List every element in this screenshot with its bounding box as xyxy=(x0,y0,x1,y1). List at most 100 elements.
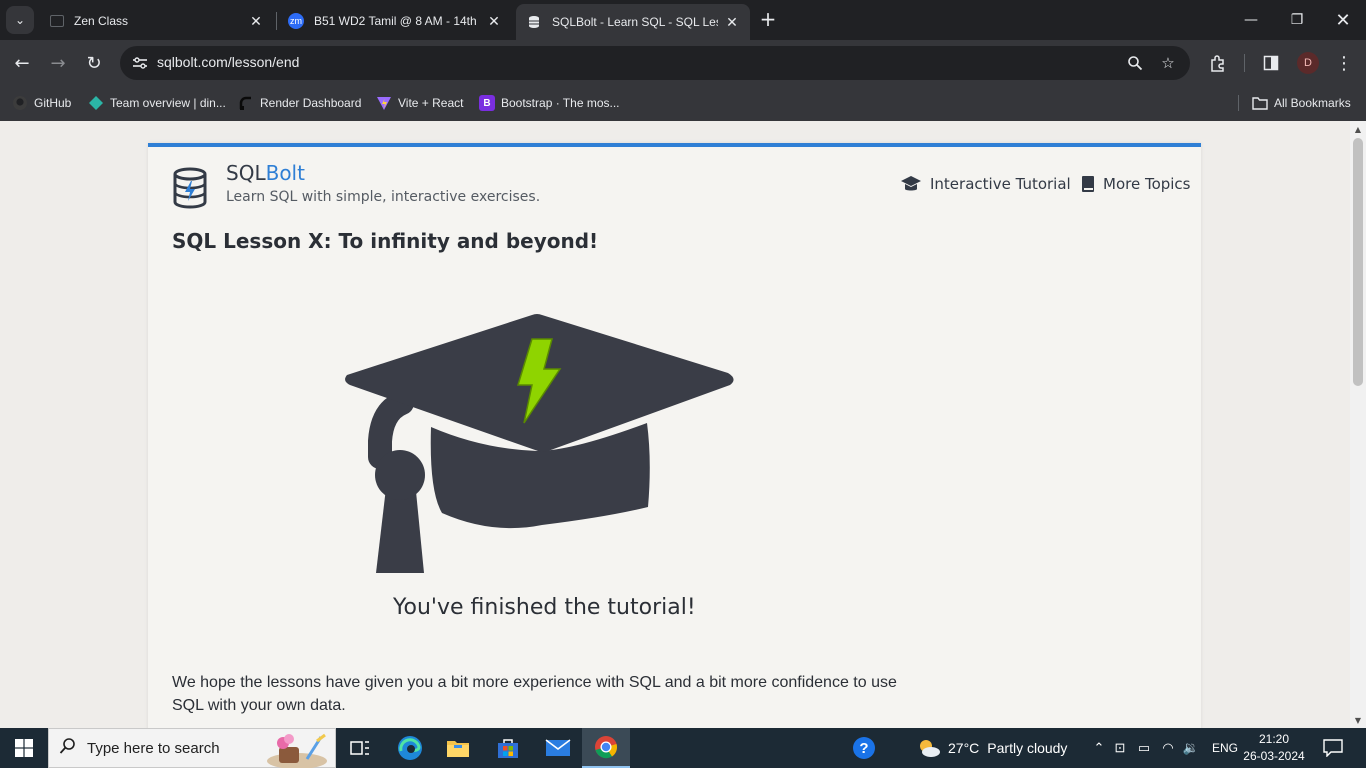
edge-button[interactable] xyxy=(386,728,434,768)
chrome-button[interactable] xyxy=(582,728,630,768)
start-button[interactable] xyxy=(0,728,48,768)
chrome-icon xyxy=(595,736,618,759)
back-button[interactable]: ← xyxy=(7,48,37,78)
bookmark-render-dashboard[interactable]: Render Dashboard xyxy=(238,92,361,114)
nav-label: More Topics xyxy=(1103,175,1191,193)
task-view-icon xyxy=(350,741,369,755)
clock-date: 26-03-2024 xyxy=(1243,749,1305,763)
windows-taskbar: Type here to search ? 27°C Partly cloudy… xyxy=(0,728,1366,768)
close-window-button[interactable]: ✕ xyxy=(1320,0,1366,40)
closing-paragraph: We hope the lessons have given you a bit… xyxy=(172,674,897,714)
bookmark-bootstrap[interactable]: B Bootstrap · The mos... xyxy=(479,92,620,114)
sqlbolt-logo-icon[interactable] xyxy=(170,167,210,209)
tab-zen-class[interactable]: Zen Class ✕ xyxy=(40,6,274,36)
lesson-title: SQL Lesson X: To infinity and beyond! xyxy=(172,229,599,253)
github-icon xyxy=(12,95,28,111)
task-view-button[interactable] xyxy=(336,728,384,768)
tagline: Learn SQL with simple, interactive exerc… xyxy=(226,189,541,205)
reload-icon: ↻ xyxy=(86,52,102,74)
side-panel-icon[interactable] xyxy=(1258,50,1284,76)
all-bookmarks-button[interactable]: All Bookmarks xyxy=(1252,92,1351,114)
site-info-icon[interactable] xyxy=(128,51,152,75)
weather-temp: 27°C xyxy=(948,740,980,756)
page-scrollbar[interactable]: ▲ ▼ xyxy=(1350,121,1366,728)
tab-strip: ⌄ Zen Class ✕ zm B51 WD2 Tamil @ 8 AM - … xyxy=(0,0,1366,40)
clock[interactable]: 21:20 26-03-2024 xyxy=(1242,731,1306,765)
tab-sqlbolt[interactable]: SQLBolt - Learn SQL - SQL Lesso ✕ xyxy=(516,4,750,40)
forward-button[interactable]: → xyxy=(43,48,73,78)
volume-icon[interactable]: 🔉 xyxy=(1180,740,1202,756)
content-card: SQLBolt Learn SQL with simple, interacti… xyxy=(148,143,1201,728)
search-placeholder: Type here to search xyxy=(87,739,220,757)
brand-bolt: Bolt xyxy=(265,161,305,185)
weather-widget[interactable]: 27°C Partly cloudy xyxy=(916,728,1067,768)
tab-zoom-class[interactable]: zm B51 WD2 Tamil @ 8 AM - 14th M ✕ xyxy=(278,6,512,36)
tab-title: B51 WD2 Tamil @ 8 AM - 14th M xyxy=(314,14,480,28)
zoom-magnifier-icon[interactable] xyxy=(1123,51,1147,75)
language-indicator[interactable]: ENG xyxy=(1212,741,1238,755)
more-menu-icon[interactable]: ⋮ xyxy=(1331,50,1357,76)
search-icon xyxy=(49,737,87,759)
scroll-thumb[interactable] xyxy=(1353,138,1363,386)
bootstrap-icon: B xyxy=(479,95,495,111)
wifi-icon[interactable]: ◠ xyxy=(1156,740,1180,756)
address-bar[interactable]: sqlbolt.com/lesson/end ☆ xyxy=(120,46,1190,80)
graduation-cap-illustration-icon xyxy=(345,314,734,573)
bookmarks-separator xyxy=(1238,95,1239,111)
restore-button[interactable]: ❐ xyxy=(1274,0,1320,40)
windows-logo-icon xyxy=(15,739,33,757)
help-button[interactable]: ? xyxy=(840,728,888,768)
book-icon xyxy=(1081,175,1095,193)
close-tab-icon[interactable]: ✕ xyxy=(248,13,264,30)
svg-text:?: ? xyxy=(859,740,868,757)
battery-icon[interactable]: ▭ xyxy=(1132,740,1156,756)
bookmark-label: Team overview | din... xyxy=(110,96,226,110)
extensions-icon[interactable] xyxy=(1205,50,1231,76)
diamond-icon xyxy=(88,95,104,111)
page-viewport: SQLBolt Learn SQL with simple, interacti… xyxy=(0,121,1366,728)
arrow-right-icon: → xyxy=(50,52,66,74)
close-tab-icon[interactable]: ✕ xyxy=(724,14,740,31)
bookmark-label: GitHub xyxy=(34,96,72,110)
chevron-up-icon[interactable]: ⌃ xyxy=(1090,740,1108,756)
bookmark-label: Bootstrap · The mos... xyxy=(501,96,620,110)
mail-button[interactable] xyxy=(534,728,582,768)
bookmark-label: All Bookmarks xyxy=(1274,96,1351,110)
url-text[interactable]: sqlbolt.com/lesson/end xyxy=(157,54,299,70)
reload-button[interactable]: ↻ xyxy=(79,48,109,78)
zoom-favicon-icon: zm xyxy=(288,13,304,29)
finished-message: You've finished the tutorial! xyxy=(393,595,696,620)
system-tray: ⌃ ⊡ ▭ ◠ 🔉 ENG xyxy=(1090,728,1238,768)
arrow-left-icon: ← xyxy=(14,52,30,74)
new-tab-button[interactable]: + xyxy=(756,8,780,32)
file-explorer-button[interactable] xyxy=(434,728,482,768)
minimize-button[interactable]: — xyxy=(1228,0,1274,40)
bookmark-vite-react[interactable]: Vite + React xyxy=(376,92,463,114)
store-button[interactable] xyxy=(484,728,532,768)
nav-interactive-tutorial[interactable]: Interactive Tutorial xyxy=(900,175,1071,193)
bookmark-label: Vite + React xyxy=(398,96,464,110)
weather-desc: Partly cloudy xyxy=(987,740,1068,756)
tab-title: SQLBolt - Learn SQL - SQL Lesso xyxy=(552,15,718,29)
profile-avatar[interactable]: D xyxy=(1297,52,1319,74)
browser-toolbar: ← → ↻ sqlbolt.com/lesson/end ☆ D ⋮ xyxy=(0,40,1366,86)
bookmark-github[interactable]: GitHub xyxy=(12,92,71,114)
bookmark-star-icon[interactable]: ☆ xyxy=(1156,51,1180,75)
tab-title: Zen Class xyxy=(74,14,129,28)
nav-more-topics[interactable]: More Topics xyxy=(1081,175,1191,193)
tab-search-button[interactable]: ⌄ xyxy=(6,6,34,34)
bookmarks-bar: GitHub Team overview | din... Render Das… xyxy=(0,86,1366,121)
clock-time: 21:20 xyxy=(1258,732,1290,746)
bookmark-label: Render Dashboard xyxy=(260,96,362,110)
bookmark-team-overview[interactable]: Team overview | din... xyxy=(88,92,226,114)
meet-now-icon[interactable]: ⊡ xyxy=(1108,740,1132,756)
notifications-button[interactable] xyxy=(1310,728,1356,768)
scroll-up-icon[interactable]: ▲ xyxy=(1350,121,1366,137)
close-tab-icon[interactable]: ✕ xyxy=(486,13,502,30)
taskbar-search[interactable]: Type here to search xyxy=(48,728,336,768)
mail-icon xyxy=(545,739,571,756)
brand-name[interactable]: SQLBolt xyxy=(226,161,305,185)
search-highlight-icon xyxy=(259,731,329,768)
nav-label: Interactive Tutorial xyxy=(930,175,1071,193)
scroll-down-icon[interactable]: ▼ xyxy=(1350,712,1366,728)
